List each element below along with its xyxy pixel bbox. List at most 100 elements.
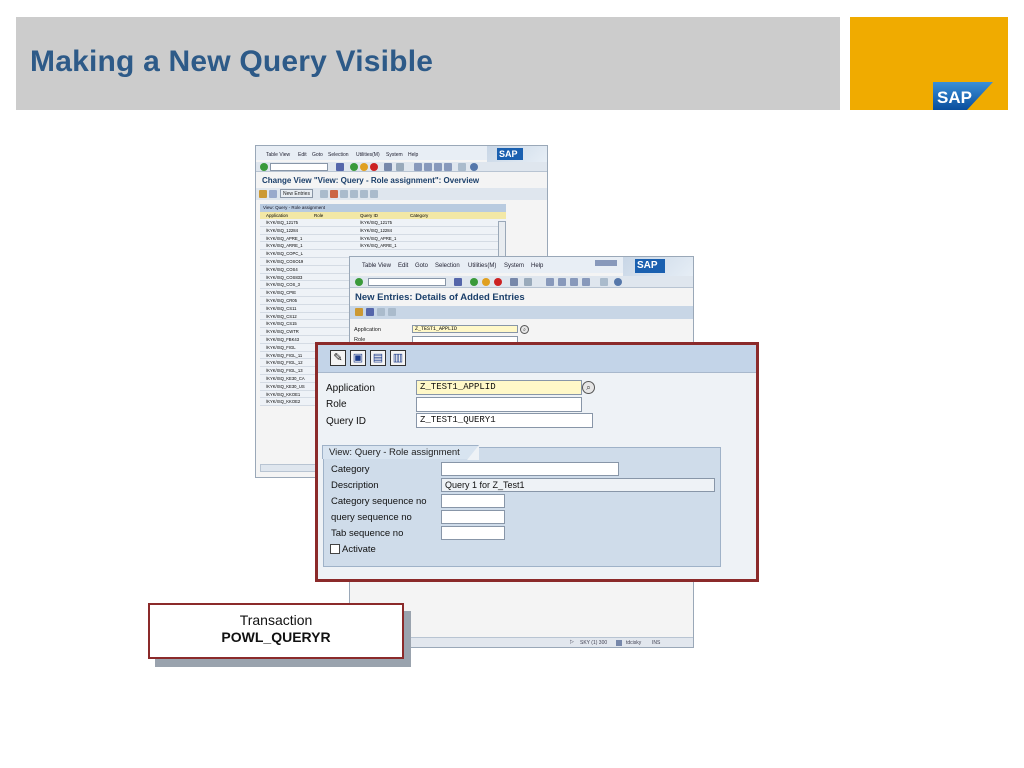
tab-sequence-input[interactable]	[441, 526, 505, 540]
d-menu-table-view[interactable]: Table View	[362, 263, 391, 269]
status-session-icon[interactable]	[616, 640, 622, 646]
d-print-icon[interactable]	[510, 278, 518, 286]
d-menu-edit[interactable]: Edit	[398, 263, 408, 269]
back-icon[interactable]	[350, 163, 358, 171]
menu-system[interactable]: System	[386, 152, 403, 158]
application-label: Application	[326, 383, 375, 394]
table-cell: /KYK/ISQ_12284	[266, 227, 298, 233]
query-sequence-input[interactable]	[441, 510, 505, 524]
next-page-icon[interactable]	[434, 163, 442, 171]
enter-icon[interactable]	[260, 163, 268, 171]
save-icon[interactable]	[336, 163, 344, 171]
table-row[interactable]: /KYK/ISQ_APRE_1/KYK/ISQ_APRE_1	[260, 234, 506, 243]
callout-line-1: Transaction	[239, 612, 313, 628]
deselect-all-icon[interactable]	[370, 190, 378, 198]
menu-edit[interactable]: Edit	[298, 152, 307, 158]
prev-page-icon[interactable]	[424, 163, 432, 171]
d-save-icon[interactable]	[454, 278, 462, 286]
d-help-icon[interactable]	[614, 278, 622, 286]
undo-icon[interactable]	[340, 190, 348, 198]
menu-utilities[interactable]: Utilities(M)	[356, 152, 380, 158]
d-enter-icon[interactable]	[355, 278, 363, 286]
menu-selection[interactable]: Selection	[328, 152, 349, 158]
d-find-icon[interactable]	[524, 278, 532, 286]
d-application-f4-icon[interactable]: ⌕	[520, 325, 529, 334]
d-back-icon[interactable]	[470, 278, 478, 286]
d-command-field[interactable]	[368, 278, 446, 286]
table-row[interactable]: /KYK/ISQ_12284/KYK/ISQ_12284	[260, 226, 506, 235]
table-row[interactable]: /KYK/ISQ_ARRE_1/KYK/ISQ_ARRE_1	[260, 242, 506, 251]
d-delete-icon[interactable]	[366, 308, 374, 316]
sap-logo: SAP	[933, 82, 993, 110]
table-cell: /KYK/ISQ_ARRE_1	[266, 243, 303, 249]
display-change-icon[interactable]: ✎	[330, 350, 346, 366]
new-entries-button[interactable]: New Entries	[280, 189, 313, 198]
d-menu-goto[interactable]: Goto	[415, 263, 428, 269]
category-sequence-input[interactable]	[441, 494, 505, 508]
category-sequence-label: Category sequence no	[331, 496, 427, 507]
application-f4-help-icon[interactable]: ⌕	[582, 381, 595, 394]
d-exit-icon[interactable]	[482, 278, 490, 286]
last-page-icon[interactable]	[444, 163, 452, 171]
d-menu-help[interactable]: Help	[531, 263, 543, 269]
query-id-input[interactable]: Z_TEST1_QUERY1	[416, 413, 593, 428]
description-input[interactable]: Query 1 for Z_Test1	[441, 478, 715, 492]
select-block-icon[interactable]	[360, 190, 368, 198]
d-prev-entry-icon[interactable]	[377, 308, 385, 316]
d-next-entry-icon[interactable]	[388, 308, 396, 316]
col-category[interactable]: Category	[410, 212, 428, 219]
d-display-change-icon[interactable]	[355, 308, 363, 316]
category-input[interactable]	[441, 462, 619, 476]
other-view-icon[interactable]	[269, 190, 277, 198]
activate-checkbox[interactable]	[330, 544, 340, 554]
col-application[interactable]: Application	[266, 212, 288, 219]
d-application-input[interactable]: Z_TEST1_APPLID	[412, 325, 518, 333]
table-header: Application Role Query ID Category	[260, 212, 506, 219]
d-menu-utilities[interactable]: Utilities(M)	[468, 263, 496, 269]
role-assignment-group-title: View: Query - Role assignment	[322, 445, 479, 460]
status-play-icon[interactable]: ▷	[570, 639, 574, 645]
new-session-icon[interactable]	[458, 163, 466, 171]
next-entry-icon[interactable]: ▥	[390, 350, 406, 366]
table-cell: /KYK/ISQ_FIGL	[266, 344, 296, 350]
first-page-icon[interactable]	[414, 163, 422, 171]
table-cell: /KYK/ISQ_APRE_1	[360, 235, 397, 241]
display-change-icon[interactable]	[259, 190, 267, 198]
col-role[interactable]: Role	[314, 212, 323, 219]
select-all-icon[interactable]	[350, 190, 358, 198]
application-input[interactable]: Z_TEST1_APPLID	[416, 380, 582, 395]
table-cell: /KYK/ISQ_CR05	[266, 297, 297, 303]
menu-help[interactable]: Help	[408, 152, 418, 158]
copy-icon[interactable]	[320, 190, 328, 198]
find-icon[interactable]	[396, 163, 404, 171]
d-menu-system[interactable]: System	[504, 263, 524, 269]
table-cell: /KYK/ISQ_CPIE	[266, 290, 297, 296]
d-new-session-icon[interactable]	[600, 278, 608, 286]
d-cancel-icon[interactable]	[494, 278, 502, 286]
col-query-id[interactable]: Query ID	[360, 212, 378, 219]
d-first-page-icon[interactable]	[546, 278, 554, 286]
table-row[interactable]: /KYK/ISQ_12175/KYK/ISQ_12175	[260, 219, 506, 227]
table-cell: /KYK/ISQ_COSO19	[266, 258, 304, 264]
d-last-page-icon[interactable]	[582, 278, 590, 286]
table-cell: /KYK/ISQ_CS12	[266, 313, 297, 319]
delete-icon[interactable]	[330, 190, 338, 198]
menu-goto[interactable]: Goto	[312, 152, 323, 158]
window-controls[interactable]	[595, 260, 617, 266]
menu-table-view[interactable]: Table View	[266, 152, 290, 158]
d-next-page-icon[interactable]	[570, 278, 578, 286]
help-icon[interactable]	[470, 163, 478, 171]
role-input[interactable]	[416, 397, 582, 412]
cancel-icon[interactable]	[370, 163, 378, 171]
exit-icon[interactable]	[360, 163, 368, 171]
description-label: Description	[331, 480, 379, 491]
table-scrollbar[interactable]	[498, 221, 506, 261]
status-mode: INS	[652, 640, 661, 646]
d-menu-selection[interactable]: Selection	[435, 263, 460, 269]
previous-entry-icon[interactable]: ▤	[370, 350, 386, 366]
d-prev-page-icon[interactable]	[558, 278, 566, 286]
print-icon[interactable]	[384, 163, 392, 171]
delete-entry-icon[interactable]: ▣	[350, 350, 366, 366]
slide: Making a New Query Visible SAP Table Vie…	[0, 0, 1024, 768]
command-field[interactable]	[270, 163, 328, 171]
